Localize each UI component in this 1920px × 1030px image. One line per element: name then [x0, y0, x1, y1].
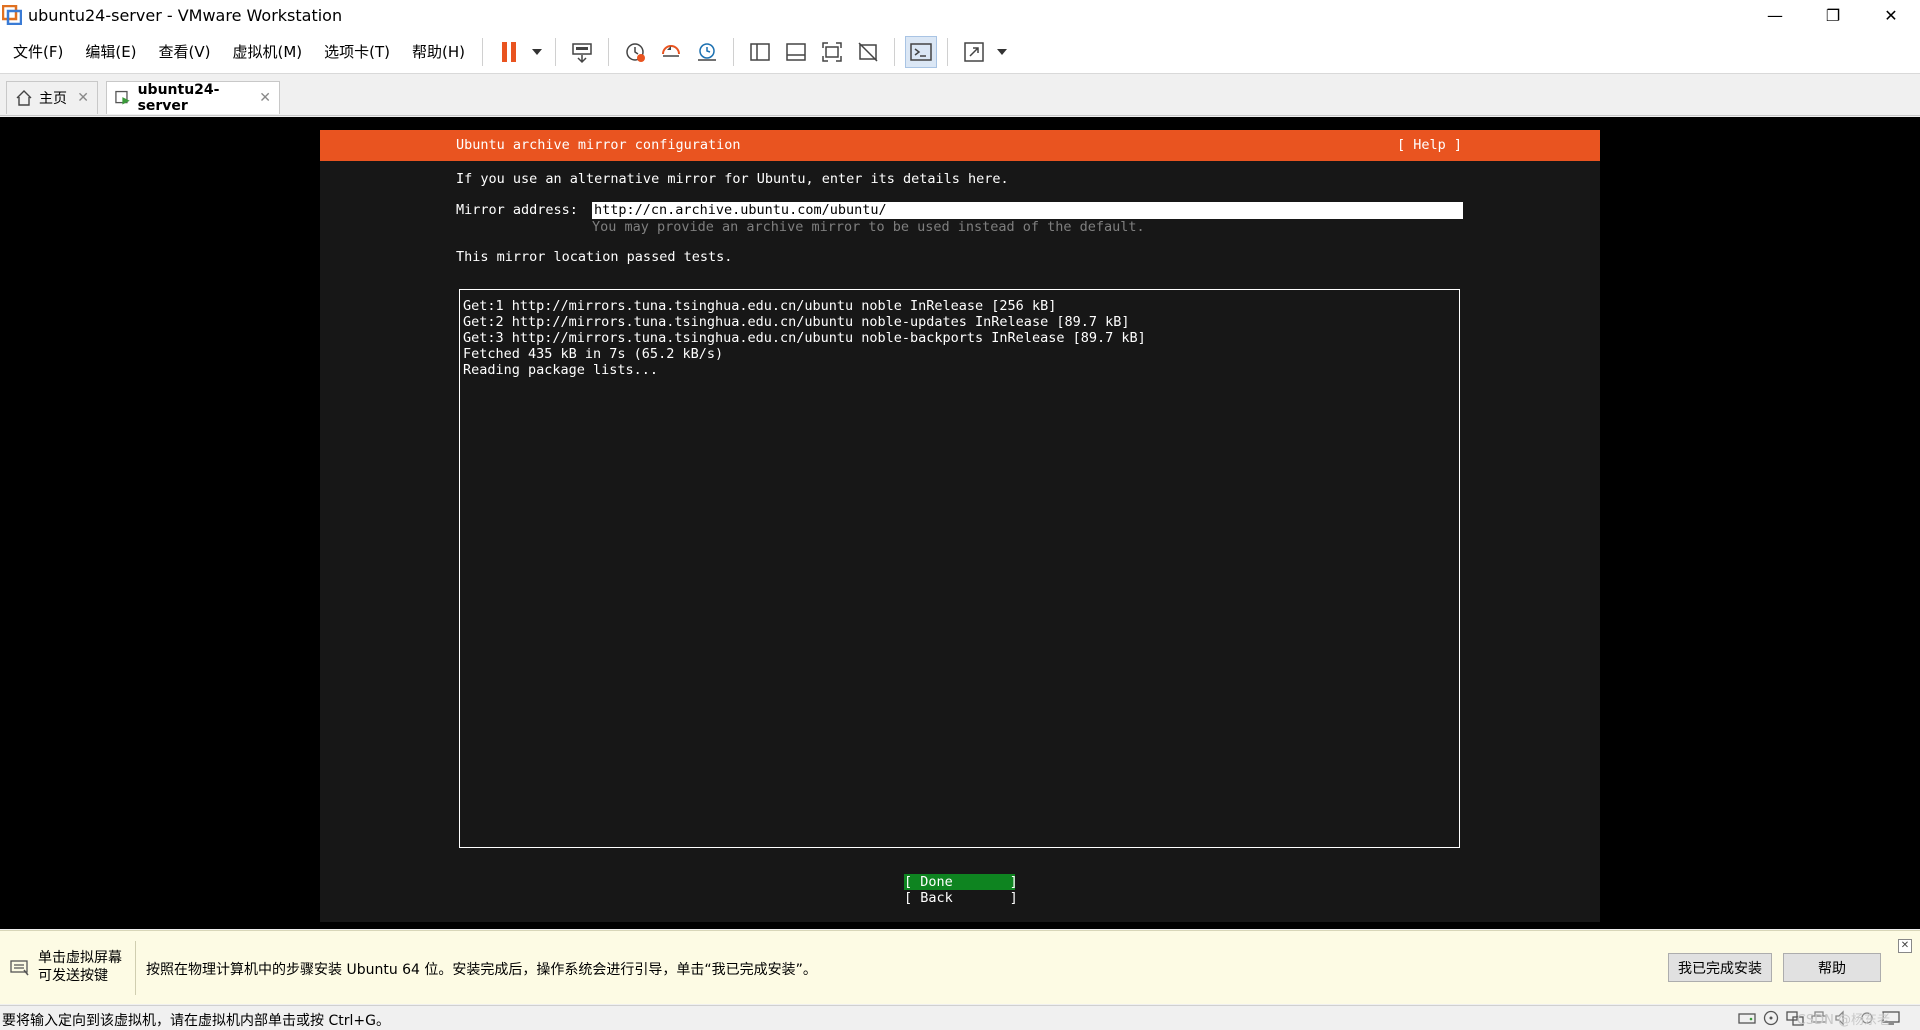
- status-text: 要将输入定向到该虚拟机，请在虚拟机内部单击或按 Ctrl+G。: [2, 1013, 390, 1029]
- toolbar-separator: [555, 37, 557, 66]
- stretch-icon: [964, 41, 984, 62]
- hint-close-icon[interactable]: ✕: [1898, 939, 1912, 953]
- unity-icon: [858, 41, 878, 62]
- send-ctrl-alt-del-icon: [572, 42, 592, 63]
- snapshot-manager-button[interactable]: [691, 36, 723, 68]
- pause-button[interactable]: [493, 36, 525, 68]
- toolbar-separator: [947, 37, 949, 66]
- power-dropdown-button[interactable]: [529, 36, 545, 68]
- tab-bar: 主页 ✕ ubuntu24-server ✕: [0, 75, 1920, 116]
- hint-line-2: 可发送按键: [38, 968, 108, 984]
- tab-home-close-icon[interactable]: ✕: [77, 90, 89, 106]
- close-button[interactable]: ✕: [1862, 0, 1920, 30]
- restore-button[interactable]: ❐: [1804, 0, 1862, 30]
- menu-tabs[interactable]: 选项卡(T): [315, 41, 399, 62]
- hdd-icon[interactable]: [1738, 1010, 1756, 1026]
- library-button[interactable]: [744, 36, 776, 68]
- stretch-dropdown-button[interactable]: [994, 36, 1010, 68]
- library-icon: [750, 42, 770, 61]
- log-line: Get:1 http://mirrors.tuna.tsinghua.edu.c…: [463, 298, 1057, 314]
- snapshot-button[interactable]: [619, 36, 651, 68]
- dropdown-icon: [532, 48, 543, 55]
- mirror-hint: You may provide an archive mirror to be …: [592, 219, 1145, 235]
- back-button[interactable]: [ Back ]: [904, 890, 1018, 906]
- unity-button[interactable]: [852, 36, 884, 68]
- installer-console[interactable]: Ubuntu archive mirror configuration [ He…: [320, 130, 1600, 922]
- mirror-address-input[interactable]: http://cn.archive.ubuntu.com/ubuntu/: [592, 202, 1463, 219]
- intro-text: If you use an alternative mirror for Ubu…: [456, 171, 1009, 187]
- stretch-button[interactable]: [958, 36, 990, 68]
- toolbar-separator: [733, 37, 735, 66]
- log-line: Get:2 http://mirrors.tuna.tsinghua.edu.c…: [463, 314, 1130, 330]
- console-view-icon: [910, 42, 932, 61]
- thumbnail-icon: [786, 42, 806, 61]
- menu-toolbar: 文件(F) 编辑(E) 查看(V) 虚拟机(M) 选项卡(T) 帮助(H): [0, 30, 1920, 74]
- install-hint-bar: 单击虚拟屏幕 可发送按键 按照在物理计算机中的步骤安装 Ubuntu 64 位。…: [0, 930, 1920, 1004]
- fullscreen-icon: [822, 41, 842, 62]
- menu-vm[interactable]: 虚拟机(M): [224, 41, 312, 62]
- mirror-status: This mirror location passed tests.: [456, 249, 733, 265]
- log-line: Reading package lists...: [463, 362, 659, 378]
- toolbar-separator: [608, 37, 610, 66]
- menu-view[interactable]: 查看(V): [150, 41, 220, 62]
- vmware-logo-icon: [2, 5, 22, 25]
- window-title: ubuntu24-server - VMware Workstation: [28, 5, 343, 25]
- mirror-test-log[interactable]: Get:1 http://mirrors.tuna.tsinghua.edu.c…: [459, 289, 1460, 848]
- console-view-button[interactable]: [905, 35, 938, 68]
- install-instruction: 按照在物理计算机中的步骤安装 Ubuntu 64 位。安装完成后，操作系统会进行…: [146, 962, 817, 978]
- status-bar: 要将输入定向到该虚拟机，请在虚拟机内部单击或按 Ctrl+G。 CSDN @杨东…: [0, 1005, 1920, 1030]
- menu-help[interactable]: 帮助(H): [403, 41, 474, 62]
- click-screen-hint: 单击虚拟屏幕 可发送按键: [38, 949, 122, 985]
- tab-vm-close-icon[interactable]: ✕: [259, 90, 271, 106]
- log-line: Fetched 435 kB in 7s (65.2 kB/s): [463, 346, 724, 362]
- fullscreen-button[interactable]: [816, 36, 848, 68]
- revert-snapshot-button[interactable]: [655, 36, 687, 68]
- installer-title: Ubuntu archive mirror configuration: [456, 137, 741, 153]
- snapshot-manager-icon: [698, 42, 717, 61]
- menu-file[interactable]: 文件(F): [4, 41, 72, 62]
- vm-display[interactable]: Ubuntu archive mirror configuration [ He…: [0, 117, 1920, 929]
- tab-ubuntu24-server[interactable]: ubuntu24-server ✕: [106, 81, 280, 114]
- mirror-label: Mirror address:: [456, 202, 578, 218]
- pause-icon: [502, 41, 517, 62]
- minimize-button[interactable]: —: [1746, 0, 1804, 30]
- watermark-text: CSDN @杨东老: [1796, 1013, 1890, 1028]
- hint-help-button[interactable]: 帮助: [1783, 953, 1881, 982]
- window-controls: — ❐ ✕: [1746, 0, 1920, 30]
- toolbar-separator: [482, 37, 484, 66]
- installer-header: Ubuntu archive mirror configuration [ He…: [320, 130, 1600, 161]
- toolbar-separator: [894, 37, 896, 66]
- done-button[interactable]: [ Done ]: [904, 874, 1018, 890]
- revert-snapshot-icon: [662, 44, 681, 57]
- snapshot-icon: [626, 42, 646, 62]
- tab-home-label: 主页: [39, 91, 67, 107]
- dropdown-icon: [997, 48, 1008, 55]
- tab-vm-label: ubuntu24-server: [137, 82, 220, 114]
- send-ctrl-alt-del-button[interactable]: [566, 36, 598, 68]
- log-line: Get:3 http://mirrors.tuna.tsinghua.edu.c…: [463, 330, 1146, 346]
- cd-icon[interactable]: [1762, 1010, 1780, 1026]
- tab-home[interactable]: 主页 ✕: [6, 81, 98, 114]
- menu-edit[interactable]: 编辑(E): [76, 41, 145, 62]
- home-icon: [16, 90, 32, 106]
- hint-divider: [135, 941, 136, 995]
- thumbnail-button[interactable]: [780, 36, 812, 68]
- help-button[interactable]: [ Help ]: [1397, 137, 1462, 153]
- hint-line-1: 单击虚拟屏幕: [38, 950, 122, 966]
- title-bar: ubuntu24-server - VMware Workstation — ❐…: [0, 0, 1920, 30]
- finished-install-button[interactable]: 我已完成安装: [1668, 953, 1772, 982]
- vm-icon: [115, 90, 130, 105]
- keyboard-hint-icon: [10, 960, 29, 976]
